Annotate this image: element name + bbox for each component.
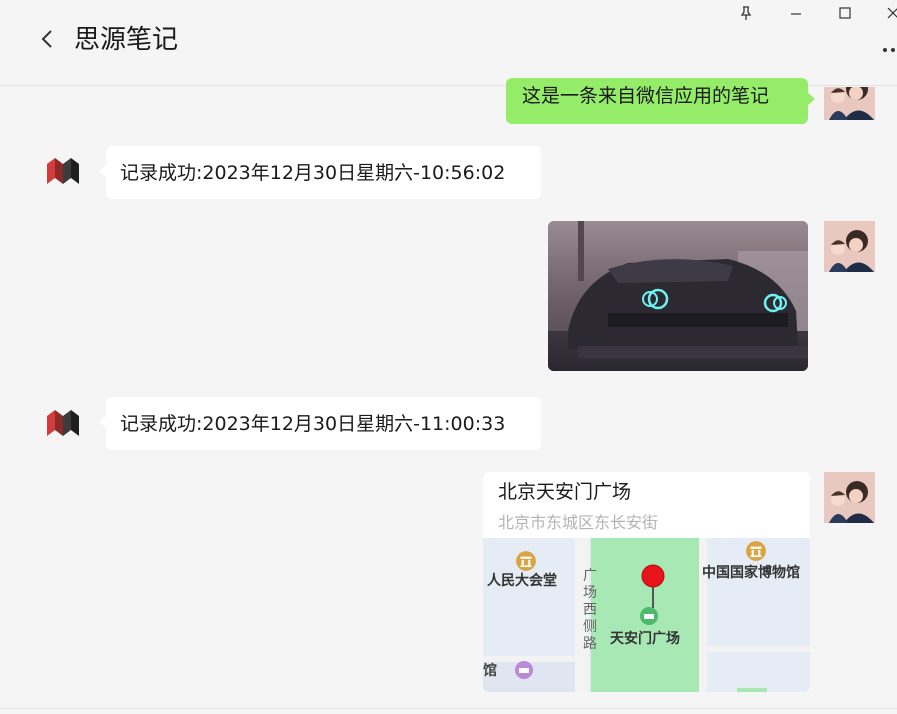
siyuan-logo-icon [47, 410, 79, 436]
close-icon [887, 7, 897, 19]
museum-icon [746, 541, 766, 561]
user-avatar[interactable] [824, 87, 875, 120]
user-avatar-image [824, 472, 875, 523]
location-card[interactable]: 北京天安门广场 北京市东城区东长安街 人民大会堂 中国国家博物馆 广场西侧路 天… [483, 472, 810, 692]
map-label-west-road: 广场西侧路 [583, 568, 597, 652]
received-text-bubble[interactable]: 记录成功:2023年12月30日星期六-10:56:02 [99, 146, 541, 199]
location-address: 北京市东城区东长安街 [498, 513, 659, 532]
user-avatar[interactable] [824, 472, 875, 523]
more-dots-icon [883, 48, 895, 52]
maximize-icon [839, 7, 851, 19]
pin-button[interactable] [726, 0, 766, 26]
received-text-bubble[interactable]: 记录成功:2023年12月30日星期六-11:00:33 [99, 397, 541, 450]
landmark-icon [516, 551, 536, 571]
more-options-button[interactable] [878, 40, 897, 60]
back-button[interactable] [36, 24, 60, 54]
map-label-museum: 中国国家博物馆 [702, 565, 800, 581]
minimize-button[interactable] [776, 0, 816, 26]
siyuan-logo-avatar[interactable] [45, 408, 85, 438]
sent-text-bubble[interactable]: 这是一条来自微信应用的笔记 [506, 78, 815, 124]
message-text: 记录成功:2023年12月30日星期六-10:56:02 [120, 161, 506, 184]
location-map[interactable]: 人民大会堂 中国国家博物馆 广场西侧路 天安门广场 宾馆 [483, 538, 810, 692]
user-avatar-image [824, 221, 875, 272]
chat-window: 思源笔记 这是一条来自微信应用的笔记 记录成功:2023年12月30日星期六-1… [0, 0, 897, 714]
user-avatar[interactable] [824, 221, 875, 272]
minimize-icon [791, 13, 801, 15]
pin-icon [740, 6, 752, 20]
map-label-hotel: 宾馆 [483, 663, 497, 679]
maximize-button[interactable] [825, 0, 865, 26]
image-message[interactable] [548, 221, 808, 371]
car-photo [548, 221, 808, 371]
chat-header: 思源笔记 [0, 0, 897, 86]
map-label-great-hall: 人民大会堂 [487, 573, 557, 589]
divider [0, 708, 897, 709]
map-pin-icon [641, 564, 665, 608]
message-text: 这是一条来自微信应用的笔记 [522, 85, 770, 107]
map-label-square: 天安门广场 [610, 631, 680, 647]
siyuan-logo-icon [47, 158, 79, 184]
close-button[interactable] [873, 0, 897, 26]
hotel-icon [515, 661, 533, 679]
siyuan-logo-avatar[interactable] [45, 156, 85, 186]
user-avatar-image [824, 87, 875, 120]
message-text: 记录成功:2023年12月30日星期六-11:00:33 [120, 412, 506, 435]
chevron-left-icon [41, 30, 52, 48]
chat-title: 思源笔记 [74, 25, 179, 55]
location-name: 北京天安门广场 [498, 481, 632, 503]
